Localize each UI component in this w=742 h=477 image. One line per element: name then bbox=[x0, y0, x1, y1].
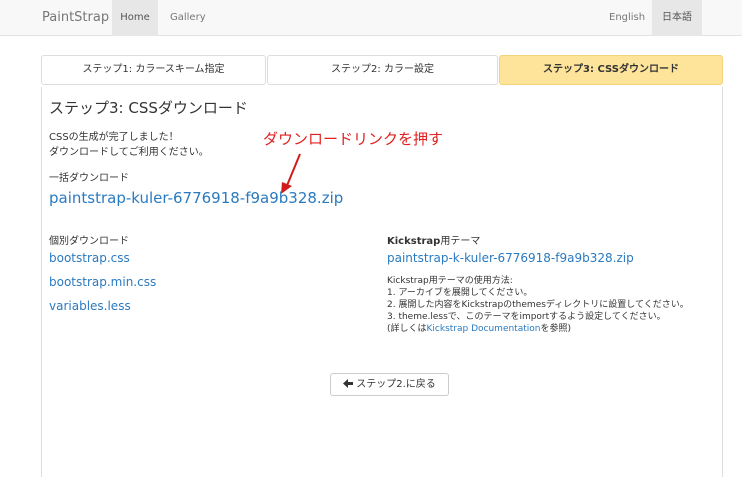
usage-step-4: (詳しくはKickstrap Documentationを参照) bbox=[387, 323, 689, 335]
file-link-bootstrap-min-css[interactable]: bootstrap.min.css bbox=[49, 275, 156, 289]
step-tabs: ステップ1: カラースキーム指定 ステップ2: カラー設定 ステップ3: CSS… bbox=[41, 55, 723, 85]
tab-step3[interactable]: ステップ3: CSSダウンロード bbox=[499, 55, 723, 85]
navbar: PaintStrap Home Gallery English 日本語 bbox=[0, 0, 742, 36]
usage-4-post: を参照) bbox=[540, 324, 571, 334]
usage-4-pre: (詳しくは bbox=[387, 324, 427, 334]
nav-lang-english[interactable]: English bbox=[609, 12, 645, 23]
brand-logo[interactable]: PaintStrap bbox=[42, 10, 109, 25]
file-link-variables-less[interactable]: variables.less bbox=[49, 299, 131, 313]
usage-step-3: 3. theme.lessで、このテーマをimportするよう設定してください。 bbox=[387, 312, 666, 322]
nav-lang-japanese[interactable]: 日本語 bbox=[652, 0, 702, 36]
kickstrap-label-rest: 用テーマ bbox=[440, 236, 481, 247]
nav-home[interactable]: Home bbox=[112, 0, 158, 36]
tab-step2[interactable]: ステップ2: カラー設定 bbox=[267, 55, 498, 85]
usage-step-2: 2. 展開した内容をKickstrapのthemesディレクトリに設置してくださ… bbox=[387, 300, 689, 310]
individual-download-label: 個別ダウンロード bbox=[49, 236, 129, 247]
kickstrap-label-bold: Kickstrap bbox=[387, 236, 441, 247]
kickstrap-usage: Kickstrap用テーマの使用方法: 1. アーカイブを展開してください。 2… bbox=[387, 275, 689, 335]
annotation-text: ダウンロードリンクを押す bbox=[263, 130, 444, 148]
file-link-bootstrap-css[interactable]: bootstrap.css bbox=[49, 251, 130, 265]
kickstrap-zip-link[interactable]: paintstrap-k-kuler-6776918-f9a9b328.zip bbox=[387, 251, 634, 265]
usage-title: Kickstrap用テーマの使用方法: bbox=[387, 276, 513, 286]
kickstrap-docs-link[interactable]: Kickstrap Documentation bbox=[427, 324, 541, 334]
back-to-step2-button[interactable]: ステップ2.に戻る bbox=[330, 373, 449, 396]
page-title: ステップ3: CSSダウンロード bbox=[49, 99, 248, 117]
kickstrap-label: Kickstrap用テーマ bbox=[387, 232, 480, 247]
tab-step1[interactable]: ステップ1: カラースキーム指定 bbox=[41, 55, 266, 85]
done-message-line2: ダウンロードしてご利用ください。 bbox=[49, 147, 209, 158]
usage-step-1: 1. アーカイブを展開してください。 bbox=[387, 288, 533, 298]
done-message-line1: CSSの生成が完了しました！ bbox=[49, 132, 179, 143]
arrow-left-icon bbox=[343, 379, 354, 388]
back-button-label: ステップ2.に戻る bbox=[356, 379, 436, 390]
nav-gallery[interactable]: Gallery bbox=[170, 12, 206, 23]
bulk-zip-link[interactable]: paintstrap-kuler-6776918-f9a9b328.zip bbox=[49, 189, 343, 207]
bulk-download-label: 一括ダウンロード bbox=[49, 173, 129, 184]
